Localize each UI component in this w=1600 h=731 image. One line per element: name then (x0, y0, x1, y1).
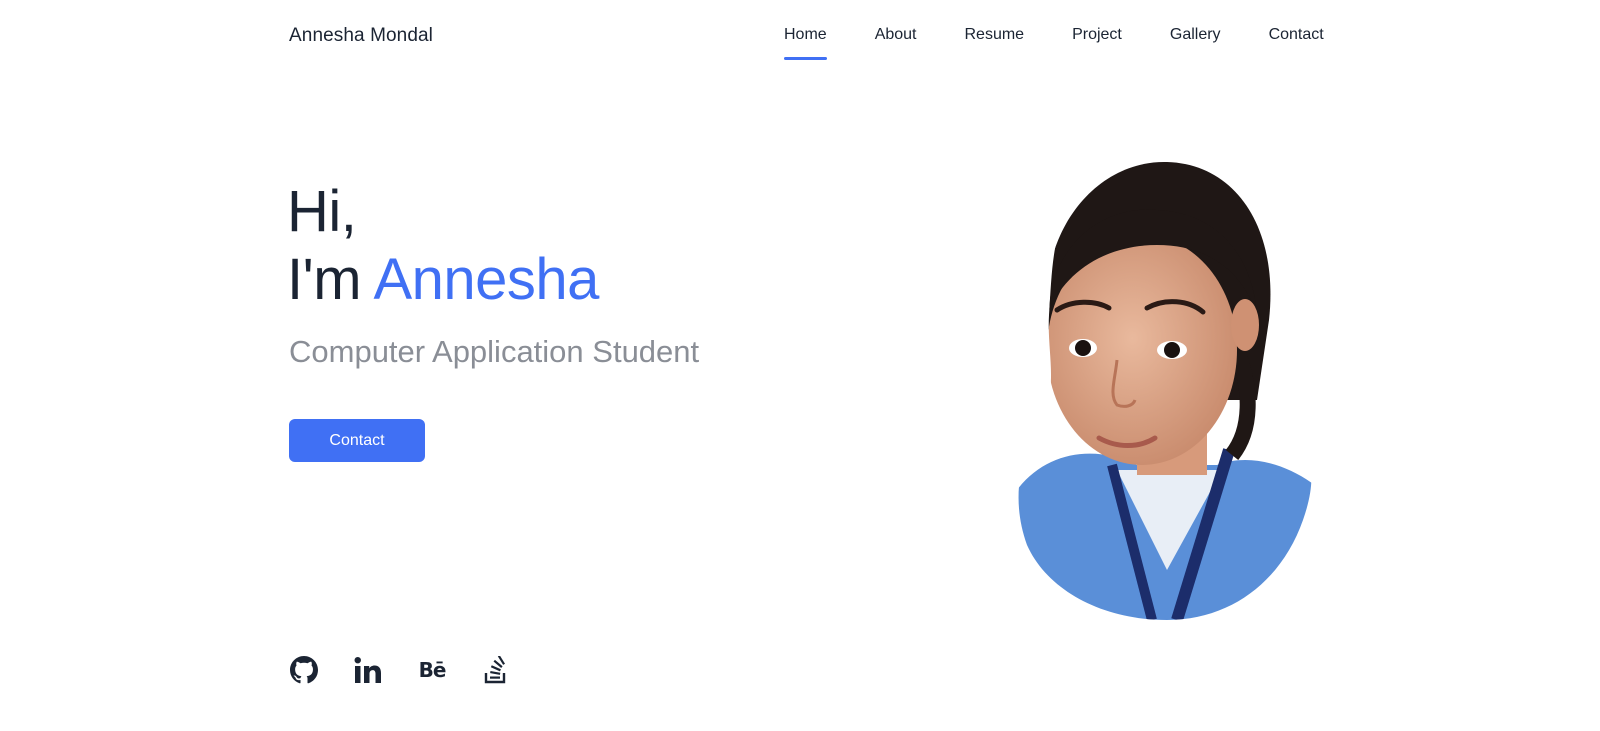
greeting-prefix: I'm (287, 247, 362, 312)
contact-button[interactable]: Contact (289, 419, 425, 462)
stack-overflow-link[interactable] (480, 654, 512, 686)
social-links: Bē (288, 654, 544, 686)
behance-link[interactable]: Bē (416, 654, 448, 686)
greeting-line-2: I'm Annesha (287, 246, 599, 314)
profile-photo (1018, 153, 1312, 621)
nav-gallery[interactable]: Gallery (1170, 26, 1221, 44)
stack-overflow-icon (484, 656, 506, 684)
behance-icon: Bē (418, 658, 447, 682)
nav-resume[interactable]: Resume (965, 26, 1025, 44)
greeting-line-1: Hi, (287, 179, 357, 244)
github-link[interactable] (288, 654, 320, 686)
nav-about[interactable]: About (875, 26, 917, 44)
hero-heading: Hi, I'm Annesha (287, 178, 599, 314)
nav-project[interactable]: Project (1072, 26, 1122, 44)
hero-subtitle: Computer Application Student (289, 334, 700, 369)
nav-contact[interactable]: Contact (1269, 26, 1324, 44)
brand-name[interactable]: Annesha Mondal (289, 25, 433, 47)
nav-home[interactable]: Home (784, 26, 827, 60)
linkedin-icon (354, 657, 381, 683)
hero-name: Annesha (373, 247, 599, 312)
linkedin-link[interactable] (352, 654, 384, 686)
github-icon (290, 656, 318, 684)
main-nav: Home About Resume Project Gallery Contac… (784, 26, 1324, 60)
site-header: Annesha Mondal Home About Resume Project… (0, 0, 1600, 80)
